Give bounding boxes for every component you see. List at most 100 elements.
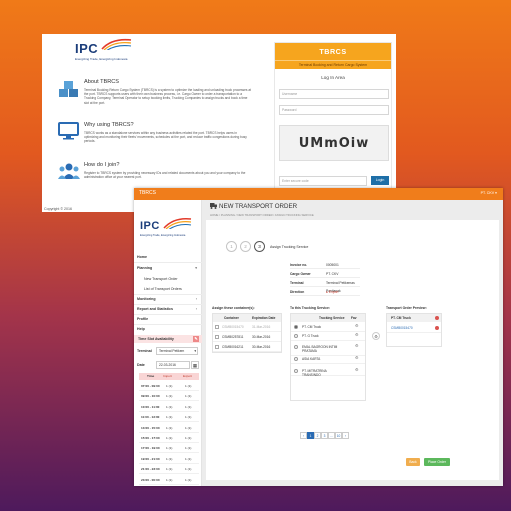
trucking-row[interactable]: PT. G Truck ⚙: [291, 331, 365, 341]
trucking-radio[interactable]: [294, 357, 298, 361]
page-button[interactable]: ...: [328, 432, 335, 439]
container-expiration: 31-Mar-2016: [252, 325, 271, 329]
gear-icon[interactable]: ⚙: [355, 353, 359, 363]
time-slot-row: 07:00 - 09:00 1 (1) 1 (1): [139, 381, 199, 391]
nav-help[interactable]: Help: [137, 327, 199, 331]
place-order-button[interactable]: Place Order: [424, 458, 450, 466]
calendar-icon[interactable]: ▦: [191, 361, 199, 369]
chevron-down-icon: ▾: [195, 266, 197, 270]
monitor-icon: [58, 122, 79, 140]
container-expiration: 30-Mar-2016: [252, 335, 271, 339]
col-trucking-service: Trucking Service: [319, 316, 345, 320]
time-slot-export: 1 (1): [185, 415, 192, 420]
container-checkbox[interactable]: [215, 335, 219, 339]
chevron-right-icon: ›: [195, 307, 197, 311]
ipc-logo: IPC: [75, 41, 98, 56]
info-value: ● Export: [326, 290, 339, 294]
nav-planning[interactable]: Planning ▾: [137, 266, 199, 270]
container-row[interactable]: CSMB0015470 31-Mar-2016: [213, 322, 281, 332]
brand-name: IPC: [140, 220, 160, 232]
login-button[interactable]: Login: [371, 176, 389, 185]
why-title: Why using TBRCS?: [84, 122, 134, 128]
terminal-select-value: Terminal Petikem: [159, 349, 185, 353]
preview-header: PT. CM Truck: [387, 314, 441, 322]
time-slot-time: 15:00 - 17:00: [141, 436, 160, 440]
terminal-select[interactable]: Terminal Petikem ▾: [156, 347, 198, 355]
info-invoice: Invoice no. 0005001: [290, 261, 360, 269]
page-button[interactable]: 10: [335, 432, 342, 439]
page-button[interactable]: 2: [314, 432, 321, 439]
join-section: How do I join? Register to TBRCS system …: [58, 162, 252, 180]
trucking-radio[interactable]: [294, 325, 298, 329]
container-checkbox[interactable]: [215, 325, 219, 329]
secure-code-field[interactable]: Enter secure code: [279, 176, 367, 186]
nav-monitoring[interactable]: Monitoring ›: [137, 297, 199, 301]
remove-icon[interactable]: [435, 316, 439, 320]
gear-icon[interactable]: ⚙: [355, 341, 359, 351]
page-button[interactable]: ›: [342, 432, 349, 439]
join-text: Register to TBRCS system by providing ne…: [84, 171, 246, 180]
username-field[interactable]: Username: [279, 89, 389, 99]
container-row[interactable]: CSMB0257811 30-Mar-2016: [213, 332, 281, 342]
gear-icon[interactable]: ⚙: [355, 365, 359, 375]
col-export: Export: [183, 374, 192, 378]
divider: [134, 294, 202, 295]
nav-new-order[interactable]: New Transport Order: [144, 277, 206, 281]
step-3[interactable]: 3: [254, 241, 265, 252]
container-expiration: 30-Mar-2016: [252, 345, 271, 349]
info-key: Cargo Owner: [290, 272, 311, 276]
divider: [134, 324, 202, 325]
users-icon: [58, 163, 80, 179]
page-button[interactable]: 3: [321, 432, 328, 439]
edit-icon[interactable]: ✎: [193, 336, 199, 342]
time-slot-export: 1 (1): [185, 446, 192, 451]
containers-heading: Assign these container(s):: [212, 306, 255, 310]
tagline: Energizing Trade, Energizing Indonesia: [75, 57, 128, 61]
trucking-table: Trucking Service Fav PT. CM Truck ⚙ PT. G …: [290, 313, 366, 401]
step-label: Assign Trucking Service: [270, 245, 309, 249]
col-import: Import: [163, 374, 172, 378]
container-row[interactable]: CSMB0016211 30-Mar-2016: [213, 342, 281, 352]
time-slot-import: 1 (1): [166, 415, 173, 420]
trucking-radio[interactable]: [294, 334, 298, 338]
info-key: Direction: [290, 290, 305, 294]
ipc-logo: IPC: [140, 220, 160, 232]
step-1[interactable]: 1: [226, 241, 237, 252]
trucking-radio[interactable]: [294, 345, 298, 349]
col-time: Time: [147, 374, 155, 378]
page-button[interactable]: 1: [307, 432, 314, 439]
trucking-header-row: Trucking Service Fav: [291, 314, 365, 322]
trucking-radio[interactable]: [294, 369, 298, 373]
trucking-row[interactable]: ASIA KARTA ⚙: [291, 354, 365, 364]
nav-home[interactable]: Home: [137, 255, 199, 259]
step-2[interactable]: 2: [240, 241, 251, 252]
nav-reports-label: Report and Statistics: [137, 307, 173, 311]
gear-icon[interactable]: ⚙: [355, 330, 359, 340]
remove-icon[interactable]: [435, 326, 439, 330]
date-input[interactable]: 22-03-2016: [156, 361, 190, 369]
trucking-row[interactable]: PT. MITRATRINA TRANSINDO ⚙: [291, 365, 365, 377]
gear-icon[interactable]: ⚙: [372, 332, 380, 340]
container-checkbox[interactable]: [215, 345, 219, 349]
containers-header-row: Container Expiration Date: [213, 314, 281, 322]
nav-reports[interactable]: Report and Statistics ›: [137, 307, 199, 311]
back-button[interactable]: Back: [406, 458, 420, 466]
captcha-image: UMmOiw: [279, 125, 389, 161]
about-text: Terminal Booking Return Cargo System (TB…: [84, 88, 252, 105]
info-cargo-owner: Cargo Owner PT. CKV: [290, 270, 360, 278]
user-menu[interactable]: PT. CKV ▾: [481, 191, 497, 195]
login-area-heading: Log In Area: [321, 75, 345, 80]
time-slot-time: 11:00 - 13:00: [141, 415, 160, 420]
time-slot-row: 11:00 - 13:00 1 (1) 1 (1): [139, 412, 199, 423]
trucking-name: PT. G Truck: [302, 334, 319, 338]
container-id: CSMB0257811: [222, 335, 244, 339]
page-button[interactable]: ‹: [300, 432, 307, 439]
join-title: How do I join?: [84, 162, 120, 168]
time-slot-row: 10:00 - 11:00 1 (1) 1 (1): [139, 402, 199, 412]
time-slot-import: 1 (1): [166, 394, 173, 399]
why-text: TBRCS works as a standalone services wit…: [84, 131, 247, 144]
divider: [134, 314, 202, 315]
nav-list-orders[interactable]: List of Transport Orders: [144, 287, 206, 291]
nav-profile[interactable]: Profile: [137, 317, 199, 321]
password-field[interactable]: Password: [279, 105, 389, 115]
